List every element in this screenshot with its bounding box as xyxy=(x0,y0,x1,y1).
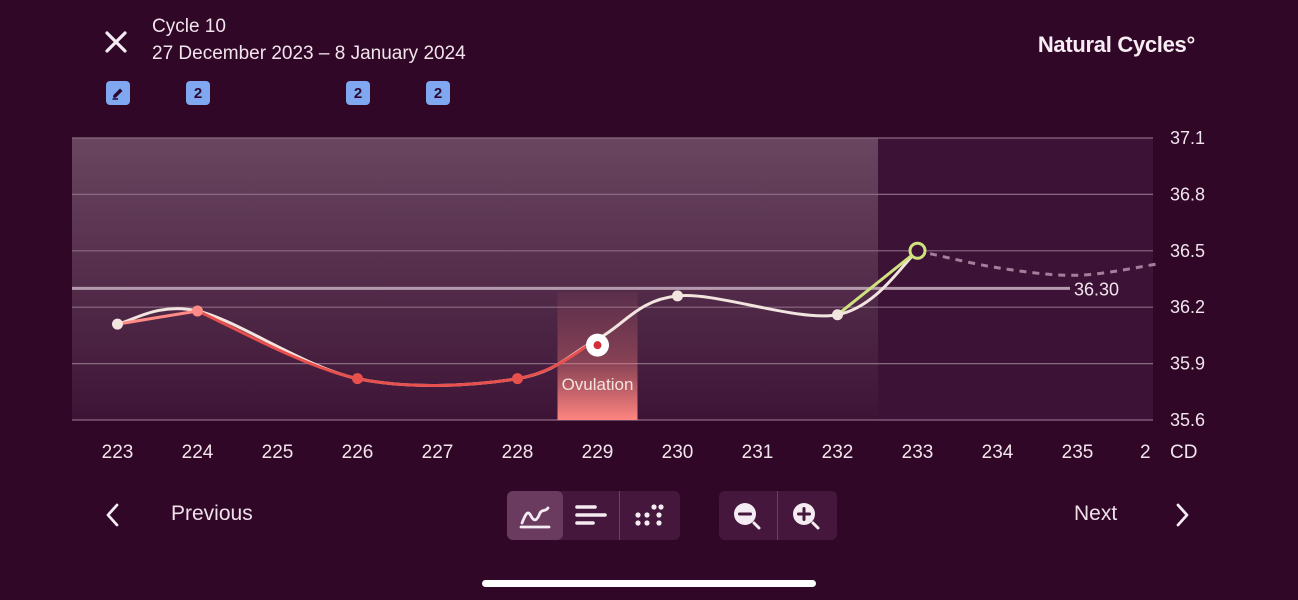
temperature-point[interactable] xyxy=(192,305,203,317)
y-tick-label: 37.1 xyxy=(1170,128,1205,148)
home-indicator[interactable] xyxy=(482,580,816,587)
cover-line-label: 36.30 xyxy=(1074,279,1119,299)
chevron-left-icon xyxy=(106,503,119,527)
x-tick-label: 225 xyxy=(262,442,294,463)
dots-view-button[interactable] xyxy=(619,491,676,540)
graph-view-icon xyxy=(519,506,551,528)
y-tick-label: 35.6 xyxy=(1170,410,1205,430)
previous-chevron[interactable] xyxy=(101,502,125,528)
zoom-out-icon xyxy=(734,502,761,529)
x-tick-label: 227 xyxy=(422,442,454,463)
y-tick-label: 36.8 xyxy=(1170,184,1205,204)
x-tick-label: 231 xyxy=(742,442,774,463)
zoom-out-button[interactable] xyxy=(719,491,777,540)
bar-view-button[interactable] xyxy=(563,491,619,540)
x-tick-label: 226 xyxy=(342,442,374,463)
x-tick-label: 2 xyxy=(1140,442,1151,463)
y-tick-label: 36.2 xyxy=(1170,297,1205,317)
past-days-background xyxy=(72,138,878,420)
x-tick-label: 235 xyxy=(1062,442,1094,463)
cycle-day-label: CD xyxy=(1170,442,1197,463)
dots-view-icon xyxy=(635,503,664,526)
x-tick-label: 229 xyxy=(582,442,614,463)
temperature-point[interactable] xyxy=(672,290,683,302)
temperature-chart[interactable]: 36.30 Ovulation 37.1 36.8 36.5 36.2 35.9 35.6… xyxy=(0,0,1298,480)
x-tick-label: 232 xyxy=(822,442,854,463)
next-button[interactable]: Next xyxy=(1074,502,1117,526)
x-tick-label: 233 xyxy=(902,442,934,463)
chevron-right-icon xyxy=(1176,503,1189,527)
view-mode-selector xyxy=(507,491,680,540)
x-tick-label: 230 xyxy=(662,442,694,463)
predicted-temperature-point[interactable] xyxy=(908,241,927,260)
temperature-point[interactable] xyxy=(112,318,123,330)
x-tick-label: 234 xyxy=(982,442,1014,463)
y-tick-label: 35.9 xyxy=(1170,354,1205,374)
temperature-point[interactable] xyxy=(352,373,363,385)
x-tick-label: 224 xyxy=(182,442,214,463)
temperature-point[interactable] xyxy=(832,309,843,321)
temperature-point[interactable] xyxy=(512,373,523,385)
zoom-in-button[interactable] xyxy=(777,491,836,540)
bar-view-icon xyxy=(575,504,607,525)
graph-view-button[interactable] xyxy=(507,491,563,540)
y-tick-label: 36.5 xyxy=(1170,241,1205,261)
zoom-controls xyxy=(719,491,837,540)
zoom-in-icon xyxy=(793,502,820,529)
ovulation-label: Ovulation xyxy=(562,375,634,394)
x-tick-label: 223 xyxy=(102,442,134,463)
next-chevron[interactable] xyxy=(1170,502,1194,528)
ovulation-egg-icon xyxy=(593,341,602,350)
x-tick-label: 228 xyxy=(502,442,534,463)
previous-button[interactable]: Previous xyxy=(171,502,253,526)
